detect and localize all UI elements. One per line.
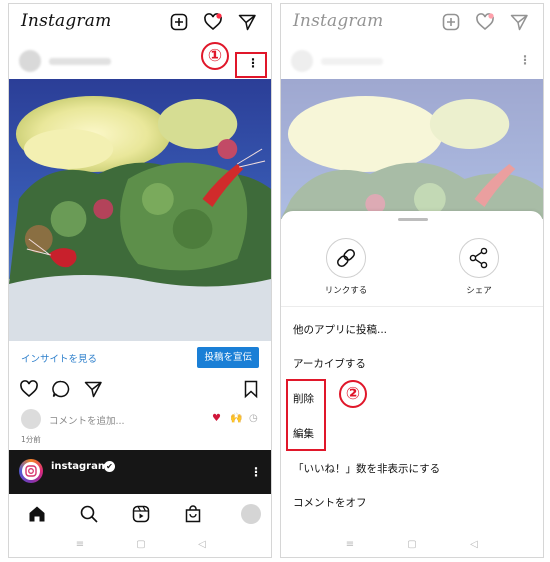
add-comment-row: コメントを追加... ♥ 🙌 ◷ xyxy=(9,407,271,431)
home-icon[interactable] xyxy=(27,504,47,524)
post-options-screen: Instagram ⋮ リンクする シェア xyxy=(280,3,544,558)
search-icon[interactable] xyxy=(79,504,99,524)
recent-apps-icon[interactable]: ≡ xyxy=(343,539,357,550)
story-account-name[interactable]: instagram xyxy=(51,461,108,472)
link-button-label: リンクする xyxy=(324,286,368,296)
comment-input[interactable]: コメントを追加... xyxy=(49,413,125,427)
instagram-story-avatar[interactable] xyxy=(19,459,43,483)
home-button-icon[interactable]: ▢ xyxy=(405,539,419,550)
step-2-marker: ② xyxy=(339,380,367,408)
promote-post-button[interactable]: 投稿を宣伝 xyxy=(197,347,259,368)
post-time: 1分前 xyxy=(21,435,41,444)
shop-icon[interactable] xyxy=(183,504,203,524)
story-avatar-inner xyxy=(22,462,40,480)
post-actions xyxy=(9,377,271,401)
insight-bar: インサイトを見る 投稿を宣伝 xyxy=(9,347,271,369)
system-navigation: ≡ ▢ ◁ xyxy=(9,534,271,557)
post-header: ⋮ xyxy=(9,44,271,80)
sheet-drag-handle[interactable] xyxy=(398,218,428,221)
heart-emoji-button[interactable]: ♥ xyxy=(212,413,221,425)
instagram-logo: Instagram xyxy=(21,11,112,31)
feed-screen: Instagram ⋮ ① インサイトを見る 投稿を宣伝 コメントを追加... … xyxy=(8,3,272,558)
back-icon[interactable]: ◁ xyxy=(467,539,481,550)
back-icon[interactable]: ◁ xyxy=(195,539,209,550)
app-header: Instagram xyxy=(9,4,271,40)
comment-icon[interactable] xyxy=(51,379,71,399)
activity-heart-icon[interactable] xyxy=(203,12,223,32)
verified-badge-icon: ✔ xyxy=(104,461,115,472)
instagram-glyph-icon xyxy=(25,465,37,477)
suggested-story[interactable]: instagram ✔ ⋮ xyxy=(9,450,271,494)
raised-hands-emoji-button[interactable]: 🙌 xyxy=(230,413,242,425)
home-button-icon[interactable]: ▢ xyxy=(134,539,148,550)
more-emoji-icon[interactable]: ◷ xyxy=(249,413,258,425)
reels-icon[interactable] xyxy=(131,504,151,524)
background-dim-overlay[interactable] xyxy=(281,4,543,219)
system-navigation: ≡ ▢ ◁ xyxy=(281,534,543,557)
share-icon xyxy=(469,247,488,269)
recent-apps-icon[interactable]: ≡ xyxy=(73,539,87,550)
view-insights-link[interactable]: インサイトを見る xyxy=(21,351,97,365)
story-options-icon[interactable]: ⋮ xyxy=(249,465,263,479)
post-photo[interactable] xyxy=(9,79,271,341)
direct-message-icon[interactable] xyxy=(237,12,257,32)
menu-archive[interactable]: アーカイブする xyxy=(293,356,366,371)
author-name-blurred[interactable] xyxy=(49,58,111,65)
step-1-marker: ① xyxy=(201,42,229,70)
save-bookmark-icon[interactable] xyxy=(241,379,261,399)
sheet-divider xyxy=(281,306,543,307)
commenter-avatar xyxy=(21,409,41,429)
link-button[interactable] xyxy=(326,238,366,278)
menu-turn-off-comments[interactable]: コメントをオフ xyxy=(293,495,367,510)
author-avatar[interactable] xyxy=(19,50,41,72)
menu-hide-like-count[interactable]: 「いいね！」数を非表示にする xyxy=(293,461,440,476)
share-button[interactable] xyxy=(459,238,499,278)
link-icon xyxy=(337,249,355,267)
new-post-icon[interactable] xyxy=(169,12,189,32)
share-button-label: シェア xyxy=(466,286,492,296)
menu-post-to-other-apps[interactable]: 他のアプリに投稿... xyxy=(293,322,387,337)
share-post-icon[interactable] xyxy=(83,379,103,399)
profile-avatar[interactable] xyxy=(241,504,261,524)
bottom-tab-bar xyxy=(9,496,271,532)
highlight-box-delete-edit xyxy=(286,379,326,451)
like-icon[interactable] xyxy=(19,379,39,399)
highlight-box-options xyxy=(235,52,267,78)
